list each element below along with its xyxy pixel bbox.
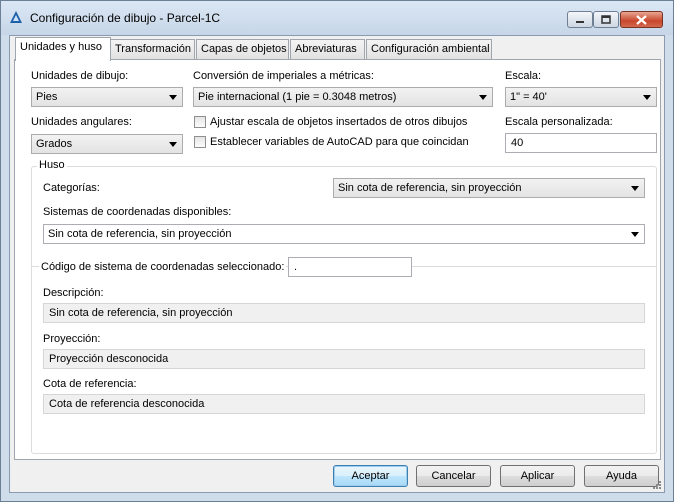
datum-label: Cota de referencia: <box>43 378 137 390</box>
chevron-down-icon <box>479 95 487 100</box>
zone-group-legend: Huso <box>37 159 67 171</box>
tab-abreviaturas[interactable]: Abreviaturas <box>290 39 365 59</box>
set-autocad-vars-label[interactable]: Establecer variables de AutoCAD para que… <box>210 136 469 148</box>
datum-field: Cota de referencia desconocida <box>43 394 645 414</box>
tab-configuracion-ambiental[interactable]: Configuración ambiental <box>366 39 492 59</box>
minimize-button[interactable] <box>567 11 593 28</box>
angular-units-select[interactable]: Grados <box>31 134 183 154</box>
help-button[interactable]: Ayuda <box>584 465 659 487</box>
selected-code-label: Código de sistema de coordenadas selecci… <box>39 261 287 273</box>
categories-select[interactable]: Sin cota de referencia, sin proyección <box>333 178 645 198</box>
conversion-select[interactable]: Pie internacional (1 pie = 0.3048 metros… <box>193 87 493 107</box>
available-systems-select[interactable]: Sin cota de referencia, sin proyección <box>43 224 645 244</box>
scale-label: Escala: <box>505 70 542 82</box>
drawing-units-label: Unidades de dibujo: <box>31 70 129 82</box>
custom-scale-label: Escala personalizada: <box>505 116 613 128</box>
minimize-icon <box>568 12 592 27</box>
description-value: Sin cota de referencia, sin proyección <box>49 307 233 319</box>
selected-code-value: . <box>294 261 298 273</box>
close-button[interactable] <box>620 11 663 28</box>
set-autocad-vars-checkbox[interactable] <box>194 136 206 148</box>
chevron-down-icon <box>631 186 639 191</box>
categories-label: Categorías: <box>43 182 100 194</box>
civil3d-app-icon <box>10 11 22 23</box>
tab-transformacion[interactable]: Transformación <box>110 39 195 59</box>
dialog-window: Configuración de dibujo - Parcel-1C Unid… <box>0 0 674 502</box>
projection-value: Proyección desconocida <box>49 353 169 365</box>
scale-inserted-label[interactable]: Ajustar escala de objetos insertados de … <box>210 116 467 128</box>
ok-button[interactable]: Aceptar <box>333 465 408 487</box>
chevron-down-icon <box>169 142 177 147</box>
cancel-button[interactable]: Cancelar <box>416 465 491 487</box>
window-title: Configuración de dibujo - Parcel-1C <box>30 11 221 25</box>
available-systems-label: Sistemas de coordenadas disponibles: <box>43 206 232 218</box>
dialog-client-area: Unidades y huso Transformación Capas de … <box>9 35 665 493</box>
chevron-down-icon <box>643 95 651 100</box>
scale-value: 1" = 40' <box>510 91 547 103</box>
close-icon <box>621 12 662 27</box>
description-field: Sin cota de referencia, sin proyección <box>43 303 645 323</box>
datum-value: Cota de referencia desconocida <box>49 398 205 410</box>
tab-unidades-y-huso[interactable]: Unidades y huso <box>15 37 111 61</box>
conversion-label: Conversión de imperiales a métricas: <box>193 70 374 82</box>
projection-label: Proyección: <box>43 333 101 345</box>
scale-select[interactable]: 1" = 40' <box>505 87 657 107</box>
angular-units-value: Grados <box>36 138 73 150</box>
projection-field: Proyección desconocida <box>43 349 645 369</box>
available-systems-value: Sin cota de referencia, sin proyección <box>48 228 232 240</box>
title-bar[interactable]: Configuración de dibujo - Parcel-1C <box>1 1 673 35</box>
scale-inserted-checkbox[interactable] <box>194 116 206 128</box>
tab-capas-de-objetos[interactable]: Capas de objetos <box>196 39 289 59</box>
maximize-button[interactable] <box>593 11 619 28</box>
drawing-units-select[interactable]: Pies <box>31 87 183 107</box>
custom-scale-value: 40 <box>511 137 524 149</box>
tab-panel-unidades: Unidades de dibujo: Pies Conversión de i… <box>14 59 661 460</box>
maximize-icon <box>594 12 618 27</box>
chevron-down-icon <box>631 232 639 237</box>
custom-scale-input[interactable]: 40 <box>505 133 657 153</box>
apply-button[interactable]: Aplicar <box>500 465 575 487</box>
angular-units-label: Unidades angulares: <box>31 116 132 128</box>
chevron-down-icon <box>169 95 177 100</box>
drawing-units-value: Pies <box>36 91 58 103</box>
conversion-value: Pie internacional (1 pie = 0.3048 metros… <box>198 91 397 103</box>
selected-code-input[interactable]: . <box>288 257 412 277</box>
description-label: Descripción: <box>43 287 104 299</box>
resize-grip-icon[interactable] <box>652 480 662 490</box>
categories-value: Sin cota de referencia, sin proyección <box>338 182 522 194</box>
